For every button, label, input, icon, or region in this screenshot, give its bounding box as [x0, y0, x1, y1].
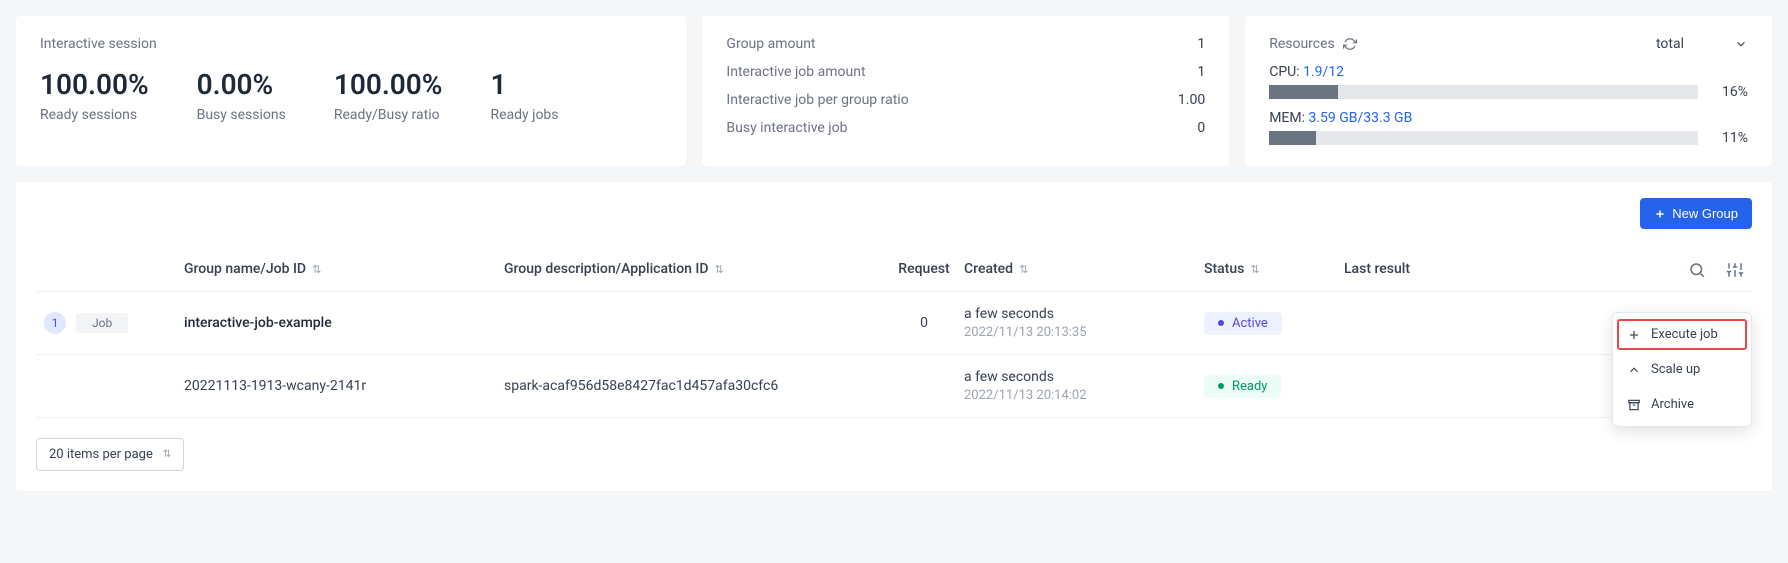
- jobs-table-card: New Group Group name/Job ID⇅ Group descr…: [16, 182, 1772, 491]
- plus-icon: [1627, 328, 1641, 342]
- stat-value: 100.00%: [40, 68, 149, 101]
- menu-label: Execute job: [1651, 327, 1718, 342]
- table-row[interactable]: 1 Job interactive-job-example 0 a few se…: [36, 292, 1752, 355]
- stat-label: Busy sessions: [197, 107, 286, 123]
- row-desc: spark-acaf956d58e8427fac1d457afa30cfc6: [504, 378, 884, 394]
- items-per-page-select[interactable]: 20 items per page ⇅: [36, 438, 184, 471]
- table-header: Group name/Job ID⇅ Group description/App…: [36, 249, 1752, 292]
- kv-key: Group amount: [726, 36, 815, 52]
- kv-val: 1.00: [1178, 92, 1205, 108]
- cpu-bar-fill: [1269, 85, 1338, 99]
- resources-title: Resources: [1269, 36, 1335, 52]
- kv-key: Busy interactive job: [726, 120, 847, 136]
- refresh-icon[interactable]: [1343, 37, 1357, 51]
- stat-ready-jobs: 1 Ready jobs: [490, 68, 558, 123]
- col-header-created[interactable]: Created⇅: [964, 261, 1204, 279]
- mem-label: MEM: 3.59 GB/33.3 GB: [1269, 110, 1748, 126]
- updown-icon: ⇅: [163, 449, 171, 460]
- col-header-desc[interactable]: Group description/Application ID⇅: [504, 261, 884, 279]
- group-amount-card: Group amount 1 Interactive job amount 1 …: [702, 16, 1229, 166]
- col-header-result: Last result: [1344, 261, 1604, 279]
- stat-label: Ready/Busy ratio: [334, 107, 443, 123]
- row-index-badge: 1: [44, 312, 66, 334]
- stat-label: Ready sessions: [40, 107, 149, 123]
- row-created-abs: 2022/11/13 20:14:02: [964, 388, 1204, 403]
- pager-label: 20 items per page: [49, 447, 153, 462]
- kv-key: Interactive job amount: [726, 64, 865, 80]
- kv-val: 1: [1197, 64, 1205, 80]
- chevron-up-icon: [1627, 363, 1641, 377]
- row-type-badge: Job: [76, 313, 128, 333]
- kv-val: 1: [1197, 36, 1205, 52]
- resources-card: Resources total CPU: 1.9/12 16%: [1245, 16, 1772, 166]
- status-dot-icon: [1218, 383, 1224, 389]
- stat-value: 0.00%: [197, 68, 286, 101]
- table-row[interactable]: 20221113-1913-wcany-2141r spark-acaf956d…: [36, 355, 1752, 418]
- stat-ready-busy-ratio: 100.00% Ready/Busy ratio: [334, 68, 443, 123]
- cpu-value-link[interactable]: 1.9/12: [1303, 64, 1344, 80]
- status-badge: Ready: [1204, 375, 1281, 398]
- sort-icon: ⇅: [312, 263, 321, 276]
- col-header-request: Request: [884, 261, 964, 279]
- kv-row: Group amount 1: [726, 36, 1205, 52]
- mem-bar-fill: [1269, 131, 1316, 145]
- sort-icon: ⇅: [715, 263, 724, 276]
- stat-value: 1: [490, 68, 558, 101]
- stat-value: 100.00%: [334, 68, 443, 101]
- kv-row: Interactive job per group ratio 1.00: [726, 92, 1205, 108]
- plus-icon: [1654, 208, 1666, 220]
- cpu-label: CPU: 1.9/12: [1269, 64, 1748, 80]
- status-dot-icon: [1218, 320, 1224, 326]
- menu-label: Scale up: [1651, 362, 1700, 377]
- col-header-status[interactable]: Status⇅: [1204, 261, 1344, 279]
- row-name: interactive-job-example: [184, 315, 504, 331]
- settings-sliders-icon[interactable]: [1726, 261, 1744, 279]
- menu-label: Archive: [1651, 397, 1694, 412]
- chevron-down-icon: [1734, 37, 1748, 51]
- row-created-abs: 2022/11/13 20:13:35: [964, 325, 1204, 340]
- new-group-button[interactable]: New Group: [1640, 198, 1752, 229]
- resources-scope-select[interactable]: total: [1656, 36, 1748, 52]
- cpu-bar: [1269, 85, 1698, 99]
- button-label: New Group: [1672, 206, 1738, 221]
- row-request: 0: [884, 315, 964, 331]
- mem-value-link[interactable]: 3.59 GB/33.3 GB: [1308, 110, 1412, 126]
- stat-busy-sessions: 0.00% Busy sessions: [197, 68, 286, 123]
- row-created-rel: a few seconds: [964, 369, 1204, 385]
- mem-percent: 11%: [1710, 130, 1748, 146]
- row-created-rel: a few seconds: [964, 306, 1204, 322]
- search-icon[interactable]: [1688, 261, 1706, 279]
- row-actions-dropdown: Execute job Scale up Archive: [1612, 312, 1752, 427]
- cpu-percent: 16%: [1710, 84, 1748, 100]
- execute-job-menu-item[interactable]: Execute job: [1617, 319, 1747, 350]
- sort-icon: ⇅: [1019, 263, 1028, 276]
- card-title: Interactive session: [40, 36, 662, 52]
- mem-bar: [1269, 131, 1698, 145]
- status-badge: Active: [1204, 312, 1282, 335]
- scale-up-menu-item[interactable]: Scale up: [1613, 352, 1751, 387]
- interactive-session-card: Interactive session 100.00% Ready sessio…: [16, 16, 686, 166]
- stat-ready-sessions: 100.00% Ready sessions: [40, 68, 149, 123]
- kv-row: Busy interactive job 0: [726, 120, 1205, 136]
- row-name: 20221113-1913-wcany-2141r: [184, 378, 504, 394]
- col-header-name[interactable]: Group name/Job ID⇅: [184, 261, 504, 279]
- kv-key: Interactive job per group ratio: [726, 92, 908, 108]
- sort-icon: ⇅: [1250, 263, 1259, 276]
- archive-menu-item[interactable]: Archive: [1613, 387, 1751, 422]
- kv-row: Interactive job amount 1: [726, 64, 1205, 80]
- scope-value: total: [1656, 36, 1684, 52]
- stat-label: Ready jobs: [490, 107, 558, 123]
- archive-icon: [1627, 398, 1641, 412]
- kv-val: 0: [1197, 120, 1205, 136]
